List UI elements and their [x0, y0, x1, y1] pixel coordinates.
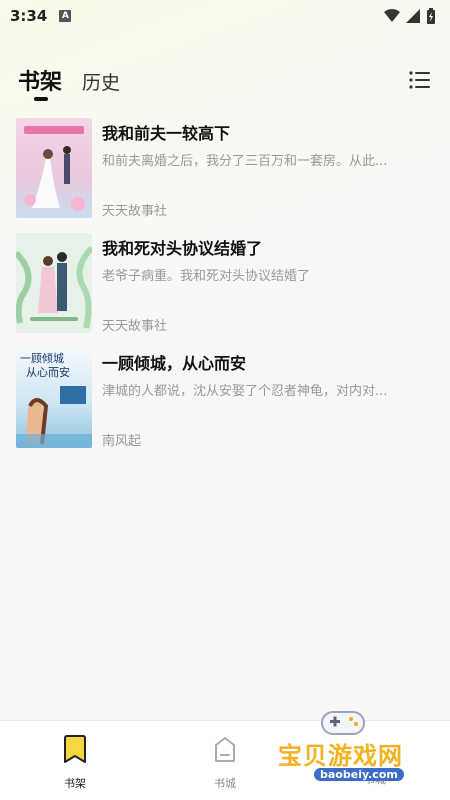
- tab-bookshelf[interactable]: 书架: [18, 64, 62, 96]
- book-description: 老爷子病重。我和死对头协议结婚了: [102, 269, 311, 284]
- list-item[interactable]: 一顾倾城 从心而安 一顾倾城，从心而安 津城的人都说，沈从安娶了个忍者神龟，对内…: [0, 348, 450, 463]
- bookmark-icon: [64, 735, 86, 763]
- watermark-url: baobeiy.com: [314, 768, 404, 781]
- list-menu-icon[interactable]: [408, 68, 432, 92]
- a-badge-icon: A: [59, 10, 72, 22]
- nav-label: 书架: [64, 777, 86, 790]
- signal-icon: [406, 9, 420, 23]
- book-cover[interactable]: [16, 118, 92, 218]
- book-description: 和前夫离婚之后，我分了三百万和一套房。从此...: [102, 154, 388, 169]
- book-author: 天天故事社: [102, 319, 168, 334]
- list-item[interactable]: 我和前夫一较高下 和前夫离婚之后，我分了三百万和一套房。从此... 天天故事社: [0, 118, 450, 233]
- book-title: 我和死对头协议结婚了: [102, 239, 263, 258]
- book-list: 我和前夫一较高下 和前夫离婚之后，我分了三百万和一套房。从此... 天天故事社 …: [0, 118, 450, 463]
- svg-text:从心而安: 从心而安: [26, 365, 70, 379]
- wifi-icon: [384, 9, 400, 22]
- nav-bookstore[interactable]: 书城: [185, 735, 265, 791]
- header: 书架 历史: [0, 56, 450, 108]
- status-time: 3:34: [10, 7, 48, 25]
- tab-history[interactable]: 历史: [82, 68, 120, 95]
- book-title: 我和前夫一较高下: [102, 124, 231, 143]
- svg-text:一顾倾城: 一顾倾城: [20, 352, 64, 365]
- book-description: 津城的人都说，沈从安娶了个忍者神龟，对内对...: [102, 384, 388, 399]
- watermark: 宝贝游戏网 baobeiy.com: [272, 706, 422, 796]
- active-tab-indicator: [34, 97, 48, 101]
- watermark-text: 宝贝游戏网: [278, 742, 403, 770]
- book-author: 南风起: [102, 434, 142, 449]
- status-icons: [384, 8, 436, 24]
- nav-label: 书城: [214, 777, 236, 790]
- gamepad-icon: [321, 711, 365, 735]
- store-icon: [215, 737, 235, 762]
- book-author: 天天故事社: [102, 204, 168, 219]
- nav-bookshelf[interactable]: 书架: [35, 735, 115, 791]
- list-item[interactable]: 我和死对头协议结婚了 老爷子病重。我和死对头协议结婚了 天天故事社: [0, 233, 450, 348]
- book-cover[interactable]: [16, 233, 92, 333]
- battery-charging-icon: [427, 8, 435, 24]
- status-bar: 3:34 A: [0, 0, 450, 32]
- book-cover[interactable]: 一顾倾城 从心而安: [16, 348, 92, 448]
- book-title: 一顾倾城，从心而安: [102, 354, 247, 373]
